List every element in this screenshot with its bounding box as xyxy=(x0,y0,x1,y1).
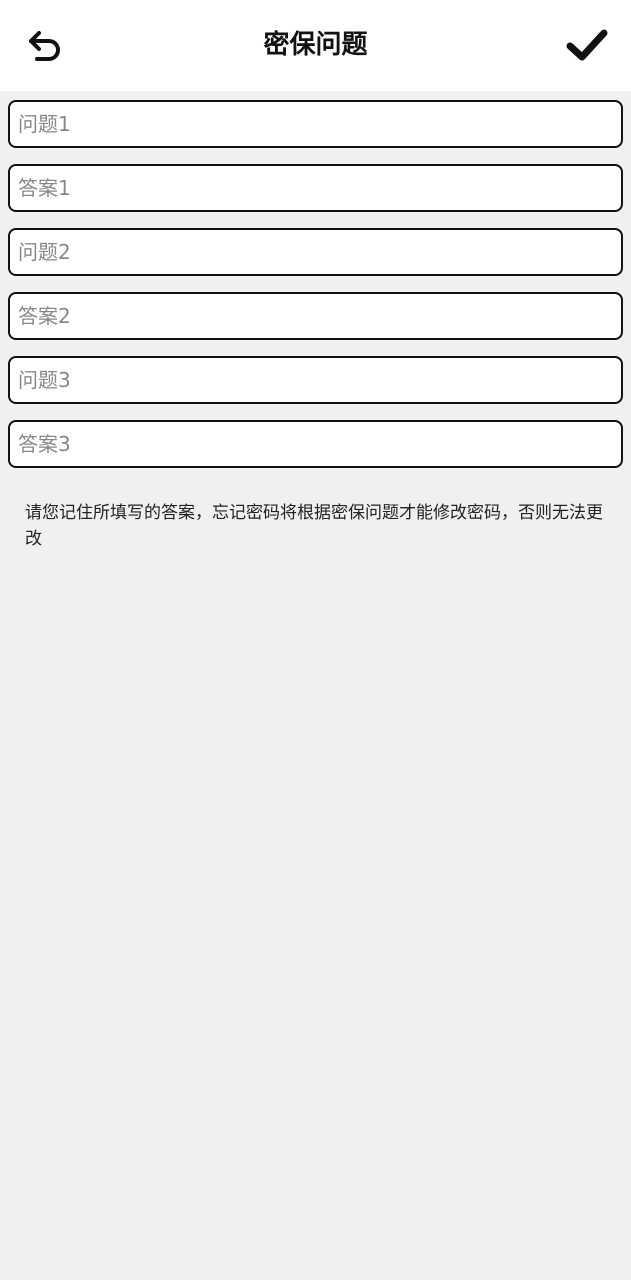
app-header: 密保问题 xyxy=(0,0,631,91)
checkmark-icon xyxy=(566,24,608,70)
answer-1-input[interactable] xyxy=(8,164,623,212)
confirm-button[interactable] xyxy=(563,24,611,70)
page-title: 密保问题 xyxy=(263,30,368,60)
answer-2-input[interactable] xyxy=(8,292,623,340)
question-1-input[interactable] xyxy=(8,100,623,148)
question-2-input[interactable] xyxy=(8,228,623,276)
answer-3-input[interactable] xyxy=(8,420,623,468)
security-question-form xyxy=(8,100,623,484)
question-3-input[interactable] xyxy=(8,356,623,404)
notice-text: 请您记住所填写的答案，忘记密码将根据密保问题才能修改密码，否则无法更改 xyxy=(25,503,603,549)
